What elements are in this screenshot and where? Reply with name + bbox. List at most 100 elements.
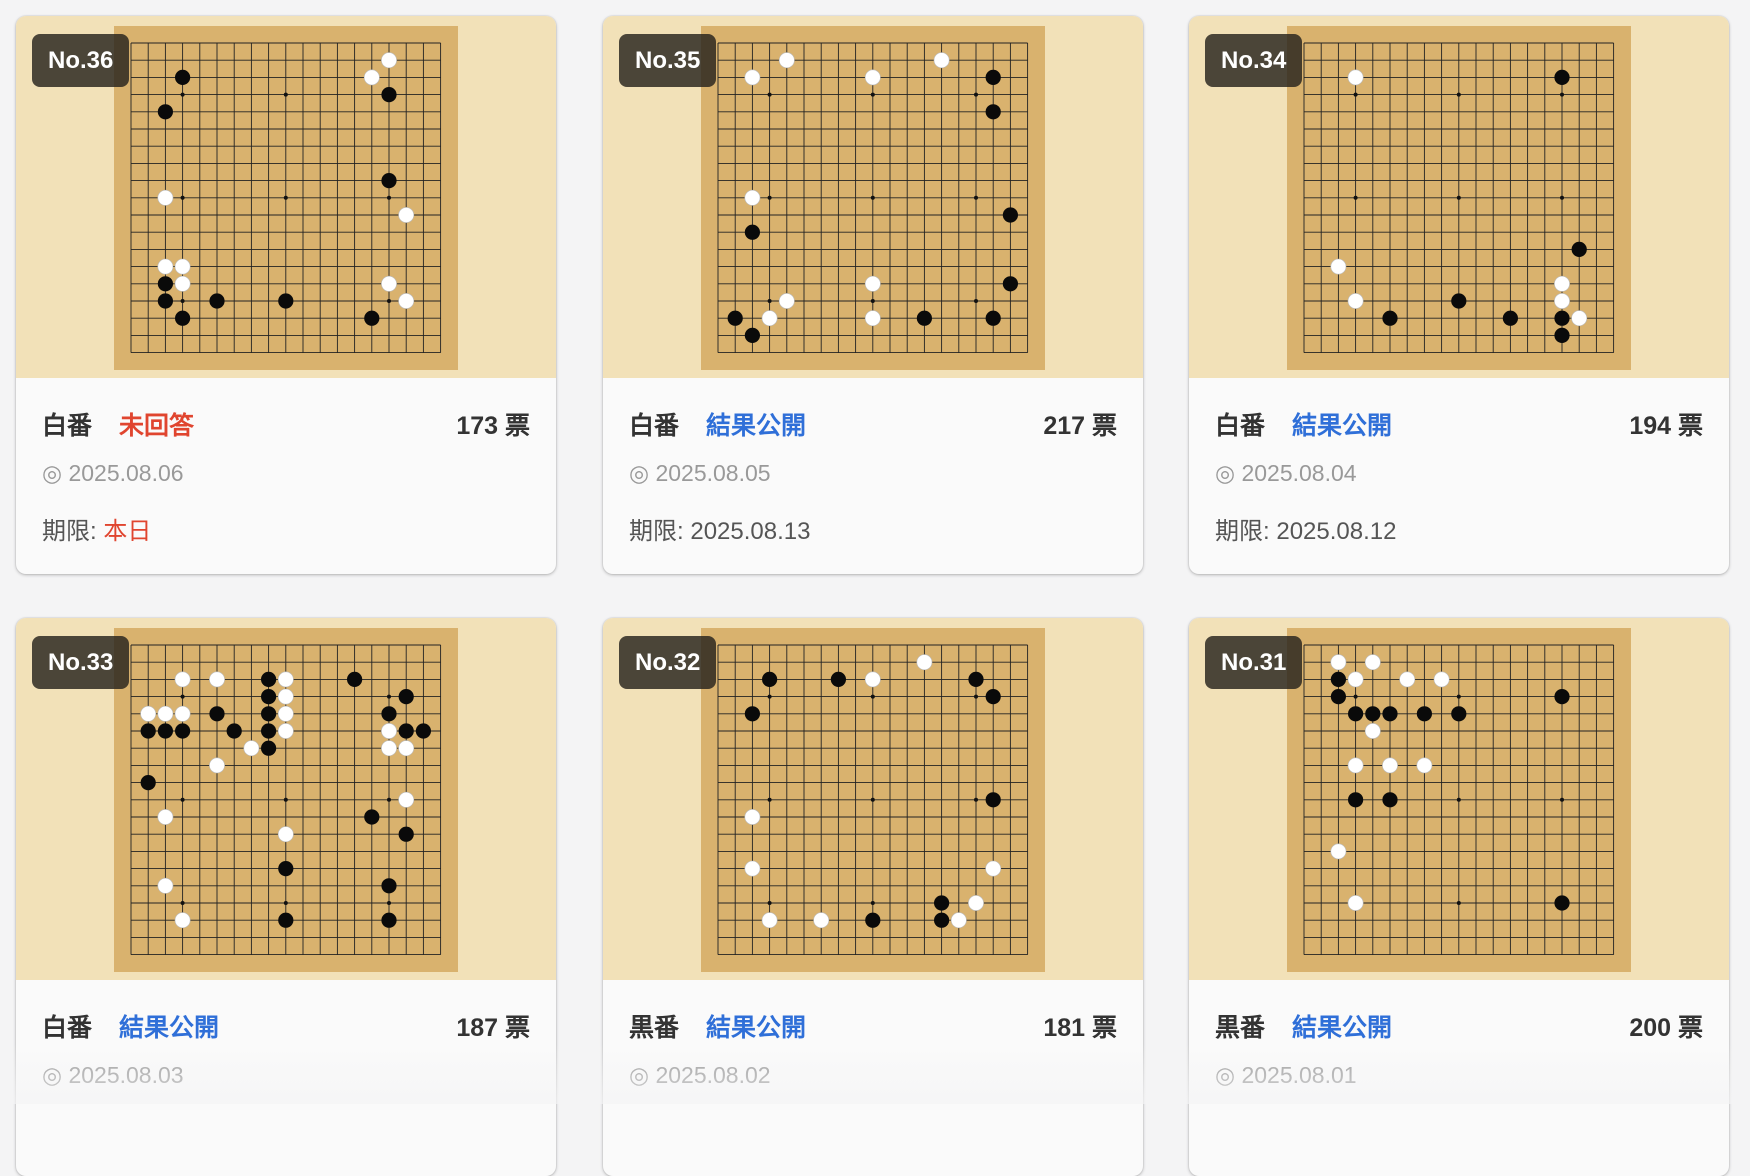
problem-card[interactable]: No.35 白番 結果公開 217 票 ◎ 2025.08.05 期限: 202… xyxy=(603,16,1143,574)
black-stone xyxy=(157,723,173,739)
white-stone xyxy=(813,912,830,929)
black-stone xyxy=(1554,327,1570,343)
white-stone xyxy=(174,275,191,292)
star-point xyxy=(974,694,978,699)
white-stone xyxy=(1382,757,1398,774)
star-point xyxy=(767,92,772,97)
board-thumbnail[interactable]: No.34 xyxy=(1189,16,1729,378)
card-info: 白番 未回答 173 票 ◎ 2025.08.06 期限: 本日 xyxy=(16,378,556,574)
white-stone xyxy=(1399,671,1416,688)
white-stone xyxy=(864,69,881,86)
white-stone xyxy=(744,860,761,877)
card-info: 白番 結果公開 194 票 ◎ 2025.08.04 期限: 2025.08.1… xyxy=(1189,378,1729,574)
white-stone xyxy=(363,69,380,86)
white-stone xyxy=(1347,293,1364,309)
problem-number-badge: No.35 xyxy=(619,34,717,87)
black-stone xyxy=(1002,276,1018,292)
turn-label: 白番 xyxy=(42,412,93,440)
star-point xyxy=(767,901,772,905)
black-stone xyxy=(157,293,173,309)
star-point xyxy=(767,299,772,303)
black-stone xyxy=(364,310,380,326)
white-stone xyxy=(778,293,795,309)
problem-card[interactable]: No.32 黒番 結果公開 181 票 ◎ 2025.08.02 xyxy=(603,618,1143,1176)
white-stone xyxy=(1347,69,1364,86)
board-thumbnail[interactable]: No.32 xyxy=(603,618,1143,980)
white-stone xyxy=(243,740,260,757)
black-stone xyxy=(381,173,397,189)
white-stone xyxy=(277,688,294,705)
board-thumbnail[interactable]: No.36 xyxy=(16,16,556,378)
vote-count: 200 票 xyxy=(1629,1014,1703,1042)
turn-label: 白番 xyxy=(1215,412,1266,440)
status-label: 未回答 xyxy=(119,412,195,440)
black-stone xyxy=(209,293,225,309)
posted-date: ◎ 2025.08.05 xyxy=(629,460,771,486)
problem-card[interactable]: No.36 白番 未回答 173 票 ◎ 2025.08.06 期限: 本日 xyxy=(16,16,556,574)
posted-date: ◎ 2025.08.04 xyxy=(1215,460,1357,486)
black-stone xyxy=(934,895,950,911)
black-stone xyxy=(175,69,191,85)
status-label: 結果公開 xyxy=(1292,1014,1393,1042)
black-stone xyxy=(985,689,1001,705)
problem-card[interactable]: No.34 白番 結果公開 194 票 ◎ 2025.08.04 期限: 202… xyxy=(1189,16,1729,574)
problem-card[interactable]: No.31 黒番 結果公開 200 票 ◎ 2025.08.01 xyxy=(1189,618,1729,1176)
deadline-value: 本日 xyxy=(103,518,152,545)
star-point xyxy=(283,92,288,97)
star-point xyxy=(1560,797,1564,802)
white-stone xyxy=(157,877,174,894)
problem-number-badge: No.33 xyxy=(32,636,130,689)
black-stone xyxy=(381,87,397,103)
problem-number-badge: No.36 xyxy=(32,34,130,87)
black-stone xyxy=(209,706,225,722)
black-stone xyxy=(1348,792,1364,808)
card-info: 黒番 結果公開 181 票 ◎ 2025.08.02 xyxy=(603,980,1143,1176)
black-stone xyxy=(1416,706,1432,722)
star-point xyxy=(180,299,185,303)
deadline-label: 期限: xyxy=(42,518,104,545)
star-point xyxy=(974,92,978,97)
white-stone xyxy=(1347,895,1364,911)
black-stone xyxy=(744,224,760,240)
white-stone xyxy=(1554,275,1570,292)
turn-label: 黒番 xyxy=(1215,1014,1266,1042)
black-stone xyxy=(1554,895,1570,911)
white-stone xyxy=(398,740,415,757)
problem-grid: No.36 白番 未回答 173 票 ◎ 2025.08.06 期限: 本日 N… xyxy=(0,0,1750,1176)
deadline-value: 2025.08.13 xyxy=(690,518,811,545)
posted-date: ◎ 2025.08.01 xyxy=(1215,1062,1357,1088)
black-stone xyxy=(226,723,242,739)
star-point xyxy=(870,797,875,802)
white-stone xyxy=(398,293,415,309)
black-stone xyxy=(1382,792,1398,808)
white-stone xyxy=(933,52,950,69)
turn-label: 白番 xyxy=(629,412,680,440)
star-point xyxy=(283,195,288,200)
star-point xyxy=(767,195,772,200)
turn-label: 黒番 xyxy=(629,1014,680,1042)
board-thumbnail[interactable]: No.31 xyxy=(1189,618,1729,980)
black-stone xyxy=(278,293,294,309)
white-stone xyxy=(381,275,397,292)
star-point xyxy=(1353,92,1358,97)
white-stone xyxy=(209,757,225,774)
black-stone xyxy=(278,912,294,928)
white-stone xyxy=(1364,723,1381,739)
board-thumbnail[interactable]: No.35 xyxy=(603,16,1143,378)
white-stone xyxy=(209,671,225,688)
white-stone xyxy=(398,791,415,808)
black-stone xyxy=(278,861,294,877)
white-stone xyxy=(864,275,881,292)
board-thumbnail[interactable]: No.33 xyxy=(16,618,556,980)
black-stone xyxy=(762,671,778,687)
deadline: 期限: 本日 xyxy=(42,511,151,546)
deadline: 期限: 2025.08.13 xyxy=(629,511,810,546)
card-info: 白番 結果公開 217 票 ◎ 2025.08.05 期限: 2025.08.1… xyxy=(603,378,1143,574)
posted-date: ◎ 2025.08.06 xyxy=(42,460,184,486)
star-point xyxy=(387,694,391,699)
black-stone xyxy=(1365,706,1381,722)
card-info: 白番 結果公開 187 票 ◎ 2025.08.03 xyxy=(16,980,556,1176)
vote-count: 194 票 xyxy=(1629,412,1703,440)
problem-card[interactable]: No.33 白番 結果公開 187 票 ◎ 2025.08.03 xyxy=(16,618,556,1176)
white-stone xyxy=(174,258,191,275)
